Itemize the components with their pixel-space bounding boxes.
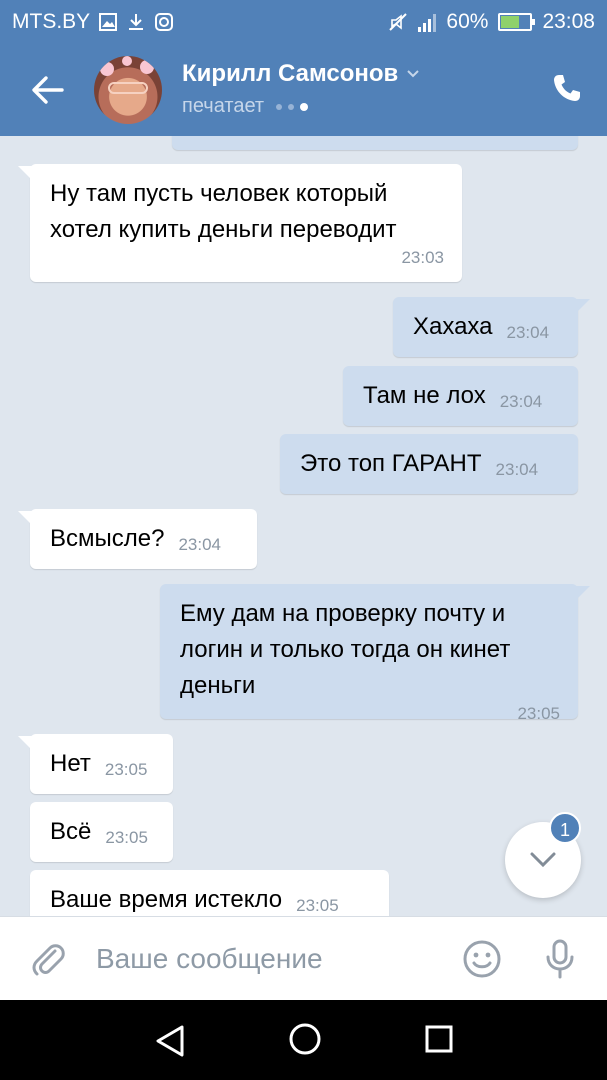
message-text: Нет [50,750,91,777]
message-input[interactable]: Ваше сообщение [96,943,323,975]
message-time: 23:05 [296,896,339,915]
nav-back-icon[interactable] [154,1024,186,1058]
message-bubble-incoming[interactable]: Всё 23:05 [30,802,173,862]
status-bar: MTS.BY 60% 23:08 [0,0,607,44]
attach-clip-icon[interactable] [28,939,68,979]
message-text: Ваше время истекло [50,886,283,913]
clock: 23:08 [542,10,595,33]
message-time: 23:05 [105,828,148,847]
message-time: 23:04 [495,460,539,479]
nav-recent-apps-icon[interactable] [424,1024,454,1054]
message-list[interactable]: Ну там пусть человек который хотел купит… [0,136,607,916]
mute-icon [389,13,408,31]
carrier-label: MTS.BY [12,10,91,33]
signal-strength-icon [418,12,437,32]
system-navigation-bar [0,1000,607,1080]
message-text: Там не лох [363,382,486,409]
contact-name-text: Кирилл Самсонов [182,60,399,87]
contact-name[interactable]: Кирилл Самсонов [182,60,420,88]
message-text: Всмысле? [50,525,165,552]
message-text: Это топ ГАРАНТ [300,450,482,477]
message-bubble-incoming[interactable]: Ну там пусть человек который хотел купит… [18,164,462,282]
message-time: 23:05 [104,760,148,779]
typing-status-text: печатает [182,95,265,117]
message-bubble-incoming[interactable]: Нет 23:05 [18,734,173,794]
battery-percent: 60% [446,10,489,33]
message-text: Ему дам на проверку почту и логин и толь… [180,600,511,699]
chevron-down-icon [530,852,556,868]
message-time: 23:03 [401,248,444,267]
nav-home-icon[interactable] [288,1022,322,1056]
back-arrow-icon[interactable] [28,72,68,108]
chevron-down-icon [407,70,420,78]
message-time: 23:04 [499,392,543,411]
instagram-icon [155,13,174,31]
message-text: Хахаха [413,313,493,340]
message-bubble-incoming[interactable]: Всмысле? 23:04 [18,509,257,569]
message-time: 23:04 [178,535,222,554]
microphone-icon[interactable] [540,937,580,981]
typing-status: печатает [182,95,309,118]
app-header-bar: MTS.BY 60% 23:08 Кирилл Самсонов печатае… [0,0,607,136]
message-bubble-outgoing[interactable]: Хахаха 23:04 [393,297,590,357]
message-bubble-outgoing[interactable]: Там не лох 23:04 [343,366,578,426]
message-bubble-outgoing-partial [172,136,578,150]
message-text: Всё [50,818,92,845]
gallery-notification-icon [99,13,118,31]
message-text: Ну там пусть человек который хотел купит… [50,180,397,243]
message-bubble-outgoing[interactable]: Это топ ГАРАНТ 23:04 [280,434,578,494]
message-time: 23:05 [517,704,560,723]
typing-dots-icon [276,102,309,111]
compose-bar: Ваше сообщение [0,916,607,1000]
unread-count-badge: 1 [549,812,581,844]
message-bubble-incoming[interactable]: Ваше время истекло 23:05 [30,870,389,916]
chat-header: Кирилл Самсонов печатает [0,44,607,136]
download-icon [129,14,144,30]
phone-icon[interactable] [551,72,583,104]
avatar[interactable] [94,56,162,124]
emoji-icon[interactable] [462,939,502,979]
battery-icon [498,13,536,31]
message-time: 23:04 [506,323,550,342]
message-bubble-outgoing[interactable]: Ему дам на проверку почту и логин и толь… [160,584,590,723]
